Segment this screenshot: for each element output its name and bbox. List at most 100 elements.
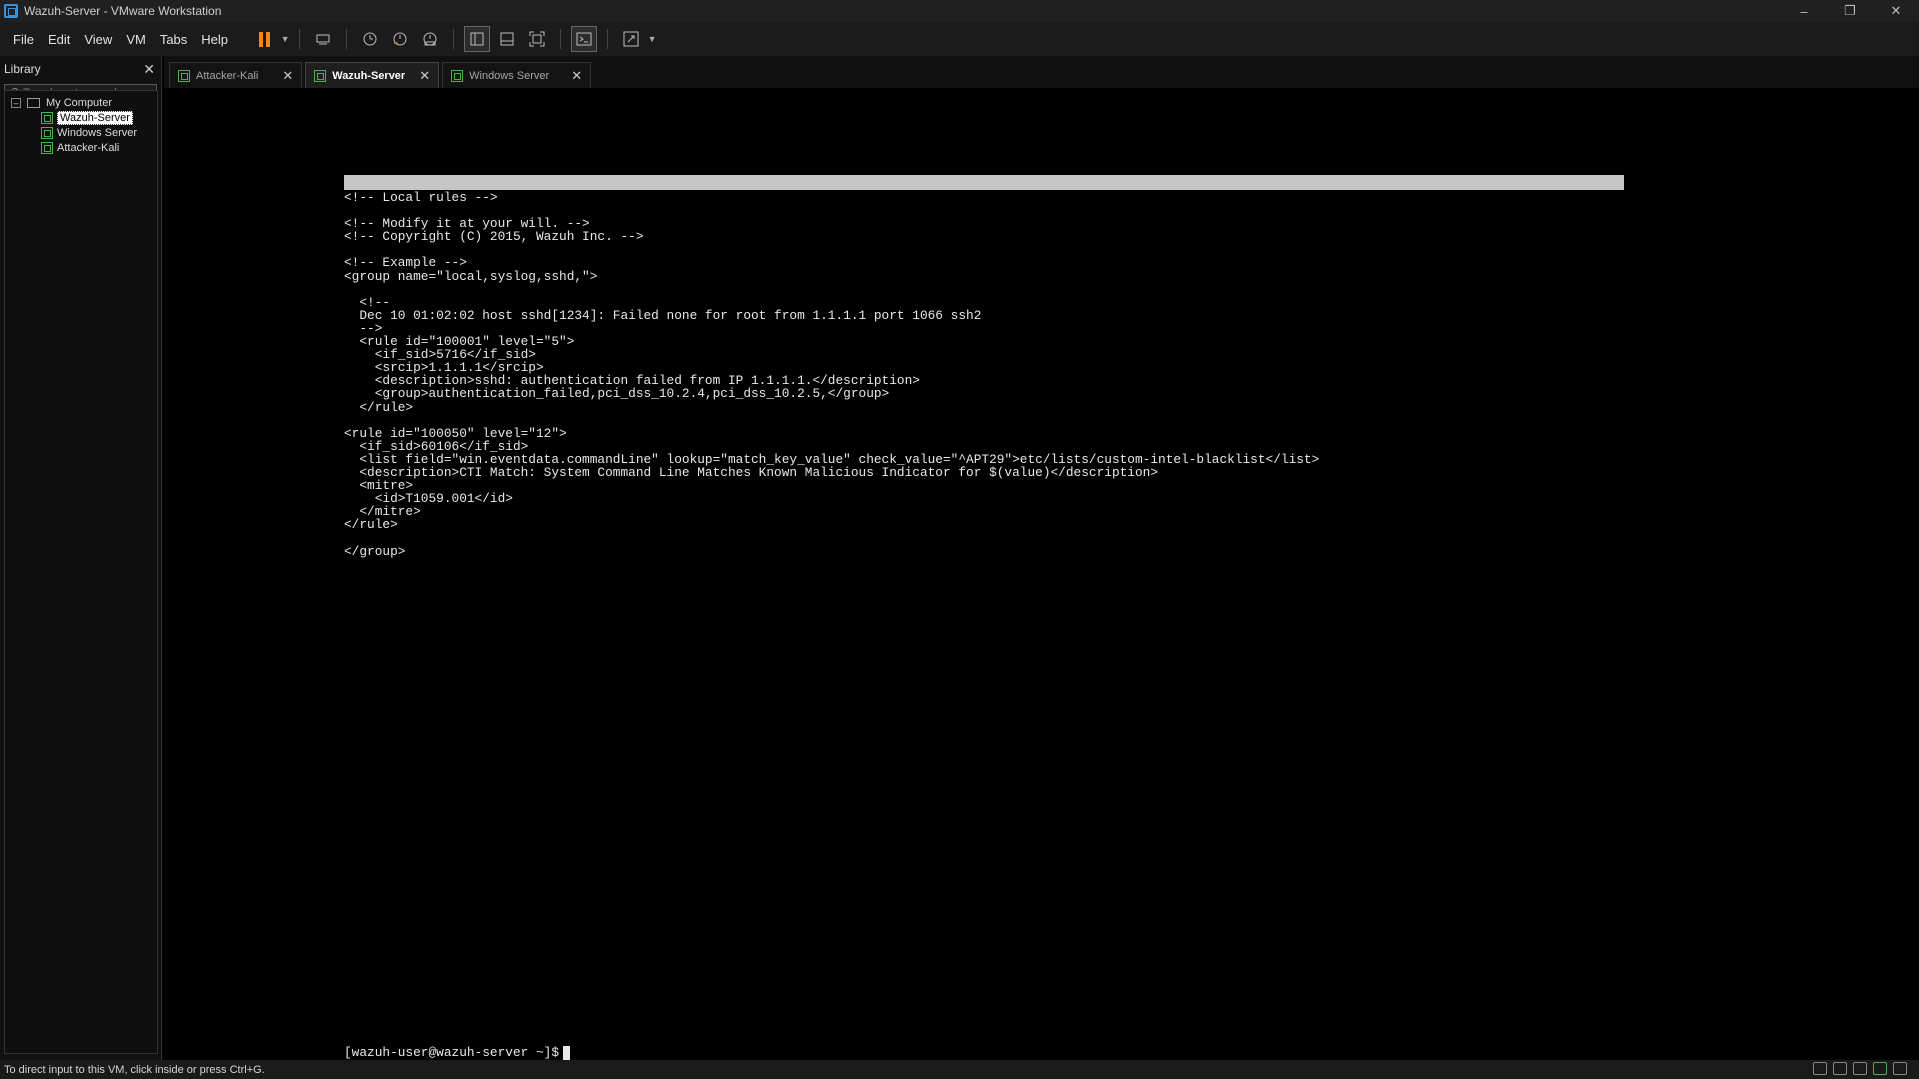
power-dropdown-caret-icon[interactable]: ▼ xyxy=(279,34,291,44)
file-line: </mitre> xyxy=(344,504,421,520)
status-text: To direct input to this VM, click inside… xyxy=(4,1063,265,1076)
library-close-icon[interactable]: ✕ xyxy=(143,61,155,78)
console-view-button[interactable] xyxy=(571,26,598,52)
file-line: </rule> xyxy=(344,399,414,415)
device-status-icons xyxy=(1813,1062,1907,1075)
tree-label: Windows Server xyxy=(57,126,138,139)
minimize-button[interactable]: – xyxy=(1781,0,1827,22)
snapshot-manager-icon xyxy=(423,32,437,46)
tab-wazuh-server[interactable]: Wazuh-Server ✕ xyxy=(305,62,440,88)
file-line: <!-- Copyright (C) 2015, Wazuh Inc. --> xyxy=(344,229,644,245)
text-cursor xyxy=(563,1045,571,1060)
menu-edit[interactable]: Edit xyxy=(41,32,77,47)
tree-item-wazuh-server[interactable]: Wazuh-Server xyxy=(5,110,157,125)
tab-windows-server[interactable]: Windows Server ✕ xyxy=(442,62,592,88)
hard-disk-icon[interactable] xyxy=(1813,1062,1827,1075)
computer-icon xyxy=(27,97,40,108)
vm-icon xyxy=(41,126,53,139)
stretch-guest-button[interactable] xyxy=(618,26,644,52)
vm-icon xyxy=(178,69,190,82)
library-header: Library ✕ xyxy=(0,56,161,82)
vm-icon xyxy=(451,69,464,82)
file-line: Dec 10 01:02:02 host sshd[1234]: Failed … xyxy=(344,307,982,323)
library-view-icon xyxy=(470,32,484,46)
send-ctrl-alt-del-button[interactable] xyxy=(310,26,336,52)
tree-item-my-computer[interactable]: – My Computer xyxy=(5,95,157,110)
file-line xyxy=(344,283,1319,296)
vm-icon xyxy=(41,141,53,154)
file-line: </rule> xyxy=(344,517,398,533)
library-panel: Library ✕ ⚲ ▼ – My Computer Wazuh-Server… xyxy=(0,56,162,1060)
show-library-button[interactable] xyxy=(464,26,491,52)
file-line: <group>authentication_failed,pci_dss_10.… xyxy=(344,386,890,402)
vm-console[interactable]: GNU nano 8.3 /var/ossec/etc/rules/local_… xyxy=(164,88,1919,1060)
file-line: <!-- Local rules --> xyxy=(344,190,498,205)
close-window-button[interactable]: ✕ xyxy=(1873,0,1919,22)
revert-snapshot-button[interactable] xyxy=(387,26,413,52)
shell-prompt-line[interactable]: [wazuh-user@wazuh-server ~]$ xyxy=(344,1045,571,1060)
toolbar-separator xyxy=(453,29,455,49)
file-line: <!-- xyxy=(344,294,391,310)
menu-tabs[interactable]: Tabs xyxy=(153,32,194,47)
snapshot-manager-button[interactable] xyxy=(417,26,443,52)
file-content[interactable]: <!-- Local rules --> <!-- Modify it at yo… xyxy=(344,191,1319,558)
menu-vm[interactable]: VM xyxy=(119,32,153,47)
stretch-guest-icon xyxy=(623,31,639,47)
restore-button[interactable]: ❐ xyxy=(1827,0,1873,22)
menu-file[interactable]: File xyxy=(6,32,41,47)
tab-attacker-kali[interactable]: Attacker-Kali ✕ xyxy=(169,62,303,88)
tree-item-windows-server[interactable]: Windows Server xyxy=(5,125,157,140)
file-line xyxy=(344,531,1319,544)
tree-label: Wazuh-Server xyxy=(57,110,133,125)
file-line xyxy=(344,243,1319,256)
pause-icon xyxy=(258,31,270,47)
close-tab-icon[interactable]: ✕ xyxy=(571,68,582,84)
floppy-icon[interactable] xyxy=(1853,1062,1867,1075)
file-line: <description>CTI Match: System Command L… xyxy=(344,464,1159,480)
toolbar-separator xyxy=(299,29,301,49)
take-snapshot-button[interactable] xyxy=(357,26,383,52)
menu-help[interactable]: Help xyxy=(194,32,235,47)
tree-label: My Computer xyxy=(46,96,113,109)
network-adapter-icon[interactable] xyxy=(1873,1062,1887,1075)
console-view-icon xyxy=(576,32,592,46)
full-screen-button[interactable] xyxy=(524,26,550,52)
shell-prompt: [wazuh-user@wazuh-server ~]$ xyxy=(344,1045,560,1060)
snapshot-revert-icon xyxy=(393,32,407,46)
tree-item-attacker-kali[interactable]: Attacker-Kali xyxy=(5,140,157,155)
file-line: <id>T1059.001</id> xyxy=(344,491,513,507)
file-line: <!-- Example --> xyxy=(344,255,467,271)
send-ctrl-alt-del-icon xyxy=(316,34,330,45)
tab-label: Attacker-Kali xyxy=(196,69,259,82)
vm-icon xyxy=(314,69,327,82)
snapshot-take-icon xyxy=(363,32,377,46)
message-log-icon[interactable] xyxy=(1893,1062,1907,1075)
tab-label: Wazuh-Server xyxy=(332,69,406,82)
close-tab-icon[interactable]: ✕ xyxy=(282,68,293,84)
tree-label: Attacker-Kali xyxy=(57,141,120,154)
menu-view[interactable]: View xyxy=(77,32,119,47)
file-line: <group name="local,syslog,sshd,"> xyxy=(344,268,598,284)
thumbnail-view-icon xyxy=(500,32,514,46)
collapse-icon[interactable]: – xyxy=(11,97,21,108)
file-line: </group> xyxy=(344,543,406,559)
toolbar-separator xyxy=(560,29,562,49)
menu-toolbar: File Edit View VM Tabs Help ▼ ▼ xyxy=(0,22,1919,56)
file-line xyxy=(344,414,1319,427)
file-line: <rule id="100050" level="12"> xyxy=(344,425,567,441)
file-line: <if_sid>60106</if_sid> xyxy=(344,438,529,454)
library-title: Library xyxy=(4,62,41,76)
show-thumbnail-bar-button[interactable] xyxy=(494,26,520,52)
pause-button[interactable] xyxy=(251,26,277,52)
tab-label: Windows Server xyxy=(469,69,550,82)
window-title: Wazuh-Server - VMware Workstation xyxy=(24,4,222,18)
status-bar: To direct input to this VM, click inside… xyxy=(0,1060,1919,1079)
cd-dvd-icon[interactable] xyxy=(1833,1062,1847,1075)
title-bar: Wazuh-Server - VMware Workstation – ❐ ✕ xyxy=(0,0,1919,22)
window-controls: – ❐ ✕ xyxy=(1781,0,1919,22)
stretch-dropdown-caret-icon[interactable]: ▼ xyxy=(646,34,658,44)
library-tree: – My Computer Wazuh-Server Windows Serve… xyxy=(4,90,158,1054)
close-tab-icon[interactable]: ✕ xyxy=(419,68,430,84)
fullscreen-icon xyxy=(529,31,545,47)
file-line: <list field="win.eventdata.commandLine" … xyxy=(344,451,1320,467)
